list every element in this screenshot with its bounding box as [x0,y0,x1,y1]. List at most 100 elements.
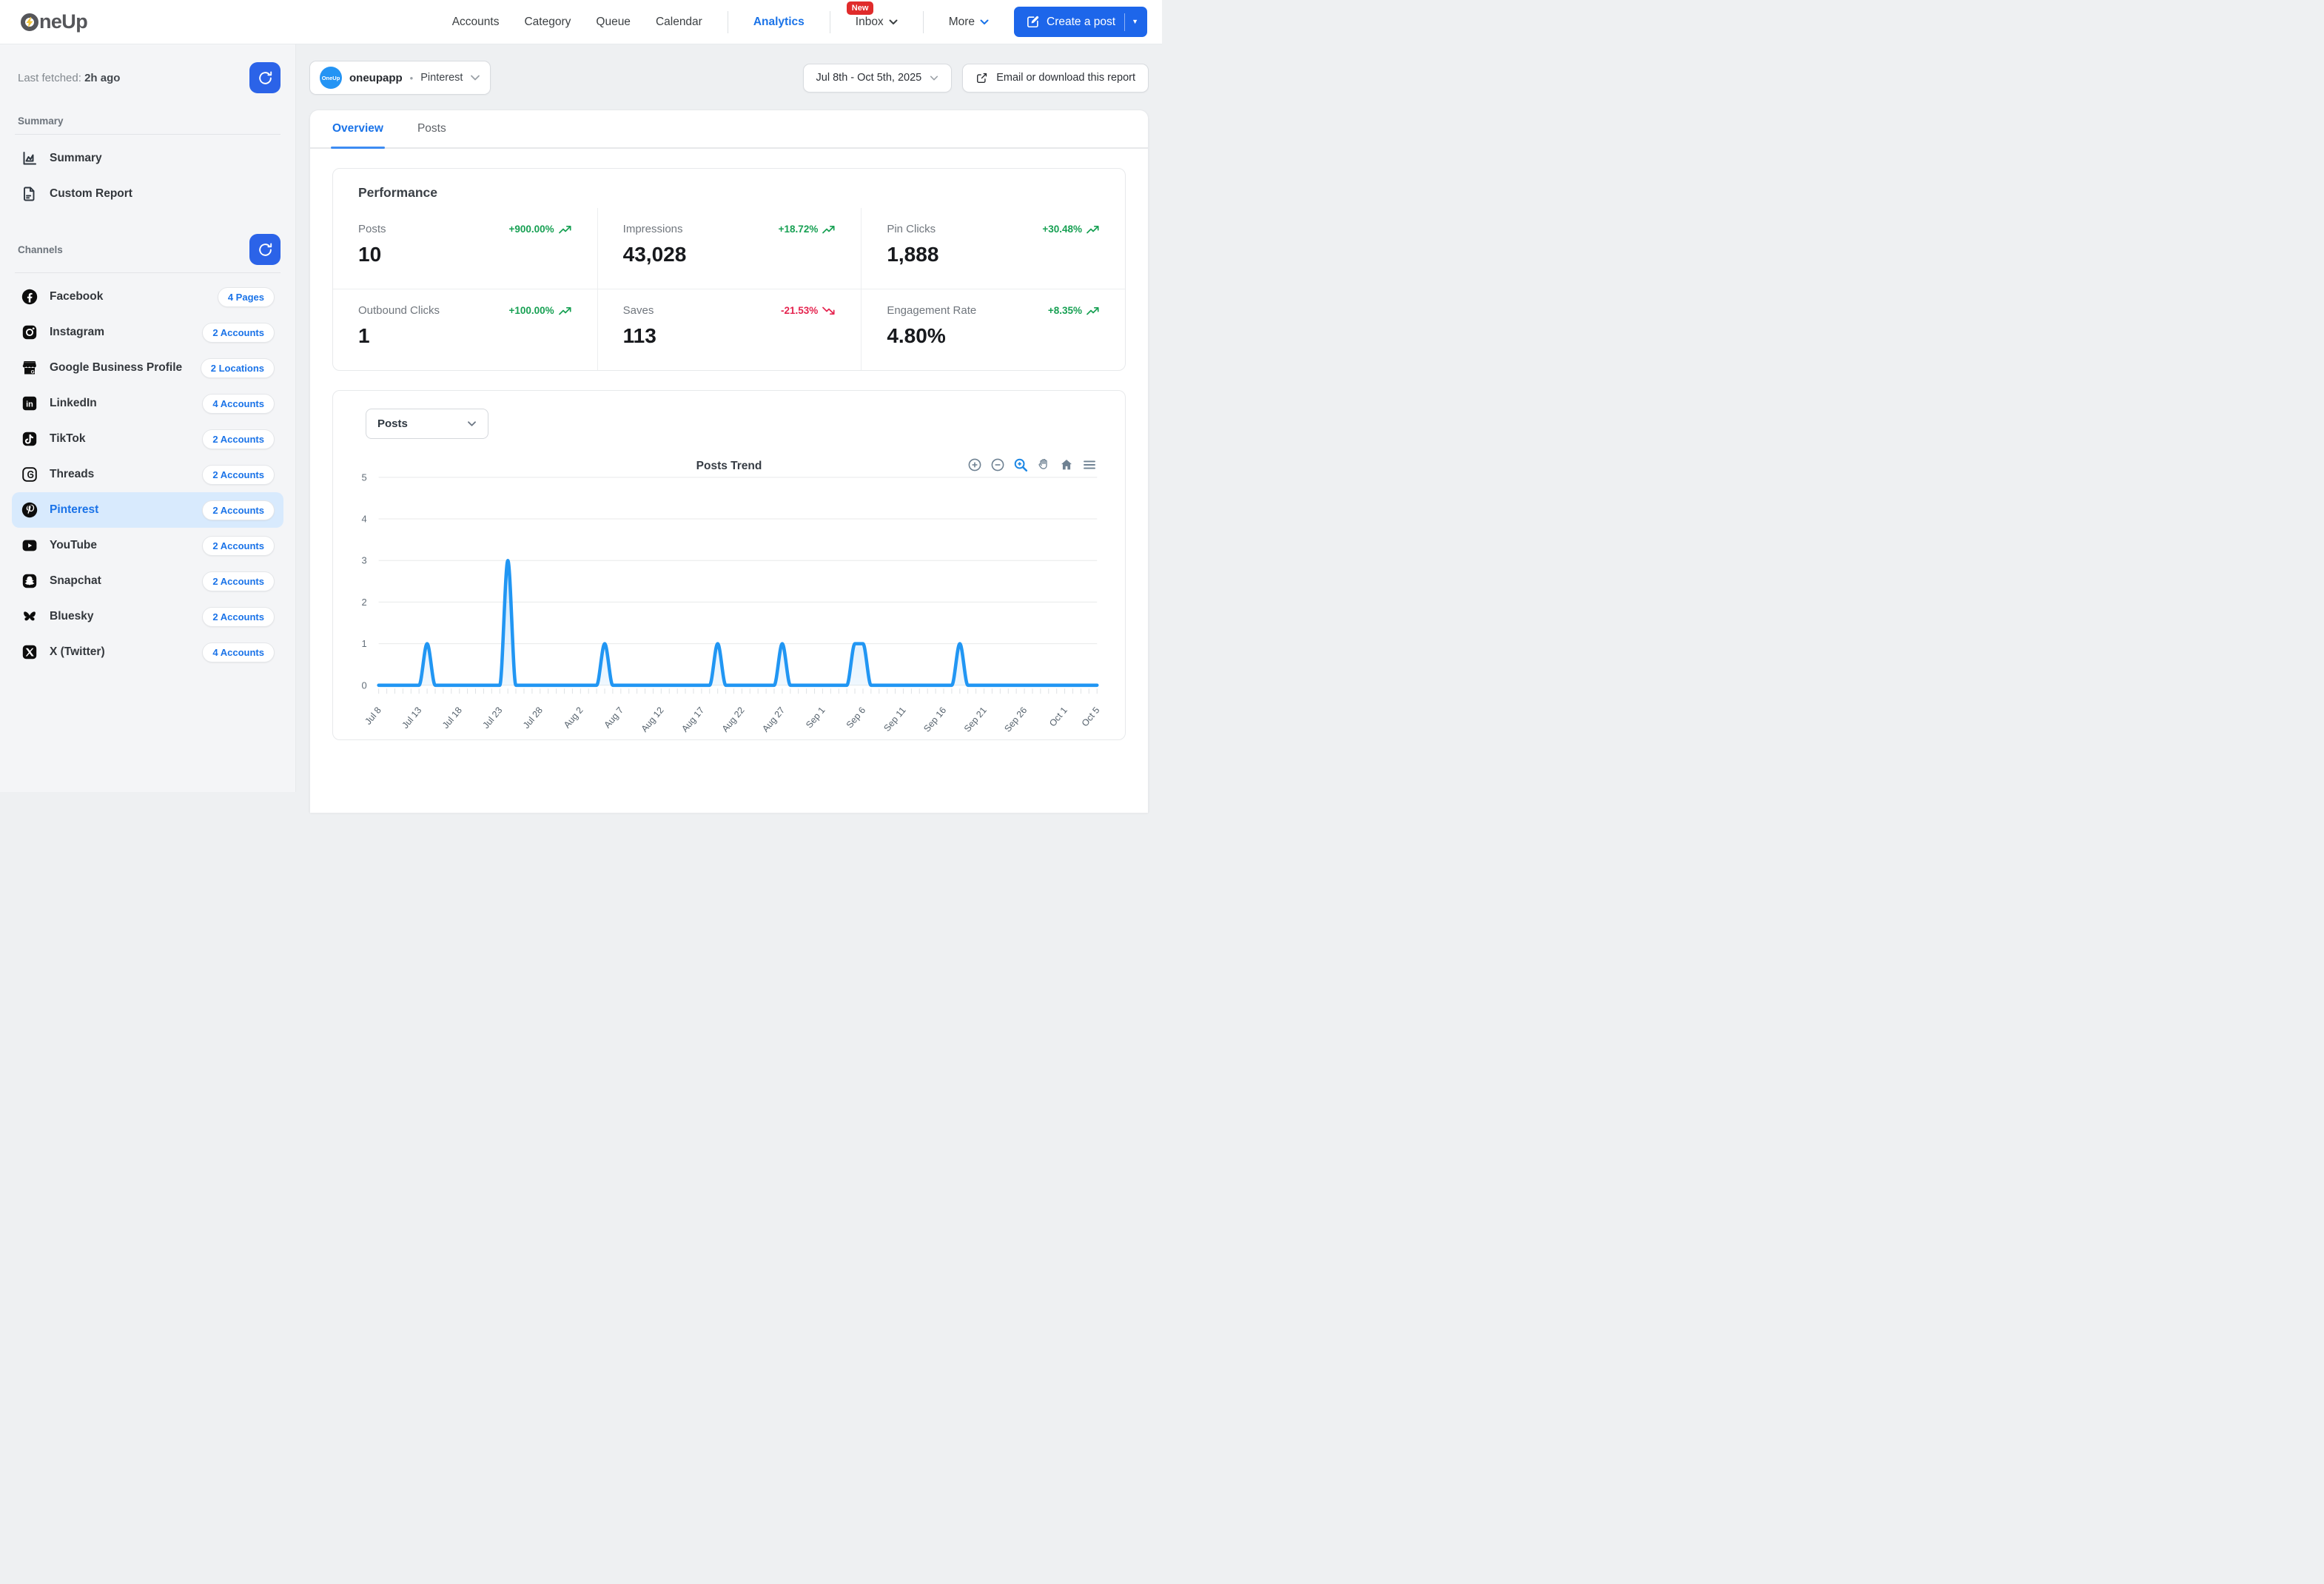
channel-label: Threads [50,468,94,481]
channel-count-badge[interactable]: 2 Accounts [202,429,275,449]
refresh-icon [258,242,273,258]
metric-change: +8.35% [1048,305,1100,316]
channel-count-badge[interactable]: 2 Accounts [202,536,275,556]
home-icon[interactable] [1059,457,1074,472]
metric-impressions: Impressions+18.72%43,028 [597,208,862,289]
email-report-label: Email or download this report [996,72,1135,84]
x-axis-tick-label: Aug 2 [562,705,585,730]
selection-zoom-icon[interactable] [1013,457,1028,472]
channel-item-youtube[interactable]: YouTube2 Accounts [12,528,283,563]
y-axis-tick-label: 3 [362,555,367,566]
button-divider [1124,13,1125,31]
trend-up-icon [559,306,572,315]
channel-count-badge[interactable]: 2 Accounts [202,607,275,627]
divider [15,272,281,273]
channel-count-badge[interactable]: 2 Accounts [202,465,275,485]
metric-value: 43,028 [623,243,836,266]
chart-metric-selected: Posts [377,417,408,430]
x-axis-tick-label: Jul 18 [440,705,464,730]
trend-up-icon [1087,306,1100,315]
y-axis-tick-label: 5 [362,471,367,483]
channel-item-instagram[interactable]: Instagram2 Accounts [12,315,283,350]
nav-item-analytics[interactable]: Analytics [753,16,805,29]
avatar: OneUp [320,67,342,89]
account-selector[interactable]: OneUp oneupapp • Pinterest [309,61,491,95]
refresh-channels-button[interactable] [249,234,281,265]
chart-metric-dropdown[interactable]: Posts [366,409,488,439]
svg-text:G: G [31,369,35,375]
performance-card: Performance Posts+900.00%10Impressions+1… [332,168,1126,371]
nav-item-category[interactable]: Category [524,16,571,29]
metric-change: +100.00% [508,305,571,316]
chart-plot-area[interactable]: 012345Jul 8Jul 13Jul 18Jul 23Jul 28Aug 2… [333,460,1125,738]
email-download-report-button[interactable]: Email or download this report [962,64,1149,93]
oneup-logo[interactable]: neUp [21,10,87,33]
x-axis-tick-label: Oct 1 [1047,705,1069,728]
channel-label: X (Twitter) [50,645,105,659]
sidebar-item-summary[interactable]: Summary [12,141,283,176]
channel-item-linkedin[interactable]: in LinkedIn 4 Accounts [12,386,283,421]
channel-item-google-business-profile[interactable]: G Google Business Profile 2 Locations [12,350,283,386]
channel-item-facebook[interactable]: Facebook4 Pages [12,279,283,315]
nav-item-label: Calendar [656,16,702,29]
metric-change-value: +100.00% [508,305,554,316]
svg-text:in: in [26,400,33,409]
metric-change-value: +30.48% [1042,224,1082,235]
channel-item-threads[interactable]: Threads 2 Accounts [12,457,283,492]
pan-icon[interactable] [1036,457,1051,472]
metric-label: Outbound Clicks [358,304,440,317]
channel-label: Google Business Profile [50,361,182,375]
threads-icon [21,466,38,483]
menu-icon[interactable] [1082,457,1097,472]
channel-item-pinterest[interactable]: Pinterest2 Accounts [12,492,283,528]
create-post-button[interactable]: Create a post ▼ [1014,7,1147,37]
channel-count-badge[interactable]: 4 Pages [218,287,275,307]
nav-item-inbox[interactable]: NewInbox [856,16,898,29]
tabs: Overview Posts [310,110,1148,149]
sidebar-item-custom-report[interactable]: Custom Report [12,176,283,212]
channel-label: TikTok [50,432,86,446]
channel-label: LinkedIn [50,397,97,410]
caret-down-icon[interactable]: ▼ [1132,19,1138,25]
tab-overview[interactable]: Overview [332,110,383,147]
nav-item-label: Accounts [452,16,500,29]
logo-text: neUp [39,10,87,33]
performance-title: Performance [333,185,1125,201]
channel-count-badge[interactable]: 2 Accounts [202,500,275,520]
x-axis-tick-label: Aug 7 [602,705,626,730]
metric-value: 1,888 [887,243,1100,266]
trend-up-icon [822,225,836,234]
x-axis-tick-label: Aug 27 [760,705,787,734]
metric-engagement-rate: Engagement Rate+8.35%4.80% [861,289,1125,370]
date-range-picker[interactable]: Jul 8th - Oct 5th, 2025 [803,64,953,93]
trend-up-icon [1087,225,1100,234]
tab-posts[interactable]: Posts [417,110,446,147]
nav-item-label: More [949,16,975,29]
x-twitter-icon [21,643,38,661]
trend-down-icon [822,306,836,315]
zoom-in-icon[interactable] [967,457,982,472]
channel-item-tiktok[interactable]: TikTok 2 Accounts [12,421,283,457]
metric-header: Saves-21.53% [623,304,836,317]
channel-item-bluesky[interactable]: Bluesky2 Accounts [12,599,283,634]
channel-item-snapchat[interactable]: Snapchat2 Accounts [12,563,283,599]
nav-item-accounts[interactable]: Accounts [452,16,500,29]
nav-item-calendar[interactable]: Calendar [656,16,702,29]
channel-item-x-twitter-[interactable]: X (Twitter) 4 Accounts [12,634,283,670]
refresh-summary-button[interactable] [249,62,281,93]
zoom-out-icon[interactable] [990,457,1005,472]
channel-count-badge[interactable]: 2 Locations [201,358,275,378]
date-range-label: Jul 8th - Oct 5th, 2025 [816,72,922,84]
metric-change-value: -21.53% [781,305,818,316]
channel-count-badge[interactable]: 2 Accounts [202,571,275,591]
sidebar: Last fetched: 2h ago Summary SummaryCust… [0,44,296,792]
x-axis-tick-label: Jul 8 [363,705,383,726]
channel-count-badge[interactable]: 4 Accounts [202,642,275,662]
channel-count-badge[interactable]: 2 Accounts [202,323,275,343]
nav-item-more[interactable]: More [949,16,989,29]
metric-change: -21.53% [781,305,836,316]
nav-item-queue[interactable]: Queue [596,16,631,29]
chevron-down-icon [470,74,480,81]
channel-count-badge[interactable]: 4 Accounts [202,394,275,414]
x-axis-tick-label: Jul 28 [521,705,545,730]
